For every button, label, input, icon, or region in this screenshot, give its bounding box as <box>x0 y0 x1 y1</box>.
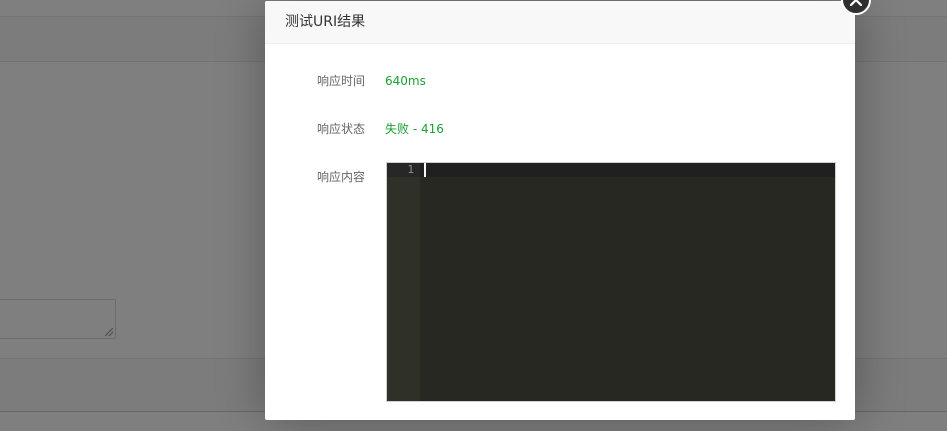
response-time-label: 响应时间 <box>316 74 365 88</box>
dialog-title: 测试URI结果 <box>265 1 855 44</box>
response-time-value: 640ms <box>385 74 426 88</box>
editor-active-line <box>387 163 835 177</box>
response-status-value: 失败 - 416 <box>385 122 444 136</box>
close-icon <box>849 0 863 7</box>
response-body-label: 响应内容 <box>316 170 365 184</box>
test-uri-result-dialog: 测试URI结果 响应时间 640ms 响应状态 失败 - 416 响应内容 1 <box>265 0 871 420</box>
response-time-row: 响应时间 640ms <box>265 71 855 91</box>
text-cursor <box>424 163 426 177</box>
response-status-row: 响应状态 失败 - 416 <box>265 119 855 139</box>
response-body-editor[interactable]: 1 <box>386 162 836 402</box>
response-status-label: 响应状态 <box>316 122 365 136</box>
line-number: 1 <box>407 163 414 176</box>
editor-gutter <box>387 163 420 401</box>
